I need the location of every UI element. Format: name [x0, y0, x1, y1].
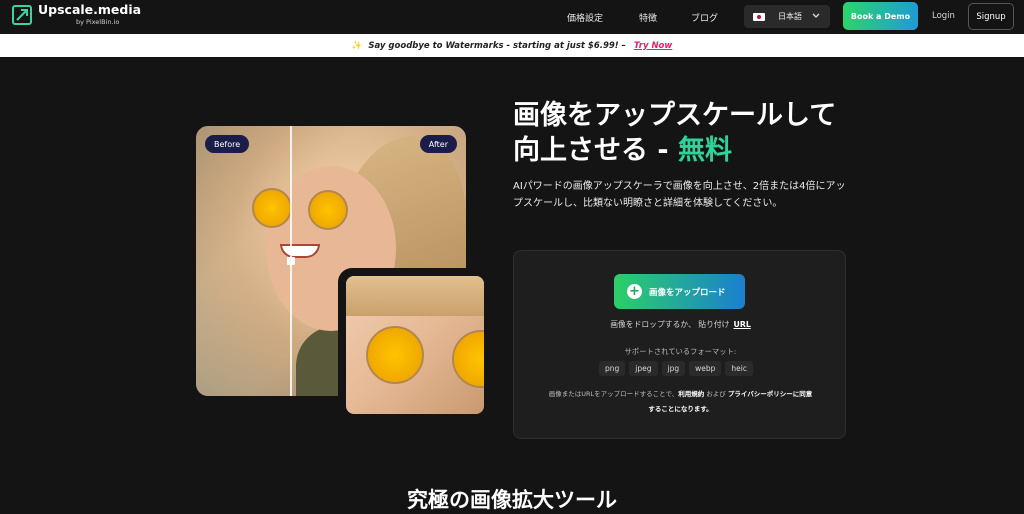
logo[interactable]: Upscale.media by PixelBin.io	[12, 2, 142, 26]
before-label: Before	[205, 135, 250, 153]
try-now-link[interactable]: Try Now	[634, 41, 672, 51]
logo-subtitle: by PixelBin.io	[76, 17, 120, 26]
upload-card[interactable]: + 画像をアップロード 画像をドロップするか、 貼り付け URL サポートされてい…	[513, 250, 846, 439]
promo-banner: ✨ Say goodbye to Watermarks - starting a…	[0, 34, 1024, 57]
zoom-lens-left	[366, 326, 424, 384]
supported-formats-label: サポートされているフォーマット:	[624, 347, 737, 356]
privacy-policy-link[interactable]: プライバシーポリシーに同意	[728, 390, 812, 398]
promo-text: Say goodbye to Watermarks - starting at …	[368, 40, 626, 51]
format-chip: webp	[689, 361, 722, 376]
paste-url-link[interactable]: URL	[733, 320, 750, 329]
top-header: Upscale.media by PixelBin.io 価格設定 特徴 ブログ…	[0, 0, 1024, 34]
terms-and: および	[704, 390, 728, 398]
sunglasses-lens-right	[308, 190, 348, 230]
language-selector[interactable]: 日本語	[744, 5, 830, 28]
language-label: 日本語	[778, 12, 802, 21]
format-chip: heic	[725, 361, 753, 376]
hero-title-line2: 向上させる -	[513, 135, 679, 166]
sparkle-icon: ✨	[351, 40, 363, 51]
book-demo-button[interactable]: Book a Demo	[843, 2, 918, 30]
japan-flag-icon	[753, 12, 765, 21]
drop-text: 画像をドロップするか、 貼り付け	[610, 320, 730, 329]
after-zoom-hair	[346, 276, 484, 316]
after-label: After	[419, 135, 457, 153]
signup-button[interactable]: Signup	[968, 3, 1014, 30]
format-chip: png	[599, 361, 626, 376]
hero-description: AIパワードの画像アップスケーラで画像を向上させ、2倍または4倍にアップスケール…	[513, 181, 846, 209]
nav-features[interactable]: 特徴	[639, 11, 657, 24]
login-link[interactable]: Login	[932, 11, 955, 21]
hero-title-free: 無料	[678, 135, 733, 166]
logo-title: Upscale.media	[38, 2, 142, 17]
format-list: png jpeg jpg webp heic	[599, 361, 753, 376]
terms-suffix: することになります。	[648, 405, 713, 413]
nav-blog[interactable]: ブログ	[691, 11, 718, 24]
drop-hint: 画像をドロップするか、 貼り付け URL	[514, 319, 847, 330]
after-zoom-image-inner	[346, 276, 484, 414]
terms-of-use-link[interactable]: 利用規約	[678, 390, 704, 398]
chevron-down-icon	[812, 13, 820, 18]
sunglasses-lens-left	[252, 188, 292, 228]
after-zoom-image	[338, 268, 492, 422]
format-chip: jpg	[661, 361, 686, 376]
plus-icon: +	[627, 284, 642, 299]
section-title: 究極の画像拡大ツール	[407, 488, 617, 512]
hero-title: 画像をアップスケールして 向上させる - 無料	[513, 98, 873, 168]
hero-title-line1: 画像をアップスケールして	[513, 100, 837, 131]
terms-notice: 画像またはURLをアップロードすることで、利用規約 および プライバシーポリシー…	[534, 387, 827, 417]
zoom-lens-right	[452, 330, 484, 388]
upload-button-label: 画像をアップロード	[649, 287, 726, 298]
upload-image-button[interactable]: + 画像をアップロード	[614, 274, 745, 309]
upscale-logo-icon	[12, 4, 32, 25]
comparison-handle[interactable]	[287, 257, 295, 265]
terms-prefix: 画像またはURLをアップロードすることで、	[548, 390, 679, 398]
nav-pricing[interactable]: 価格設定	[567, 11, 603, 24]
format-chip: jpeg	[629, 361, 658, 376]
